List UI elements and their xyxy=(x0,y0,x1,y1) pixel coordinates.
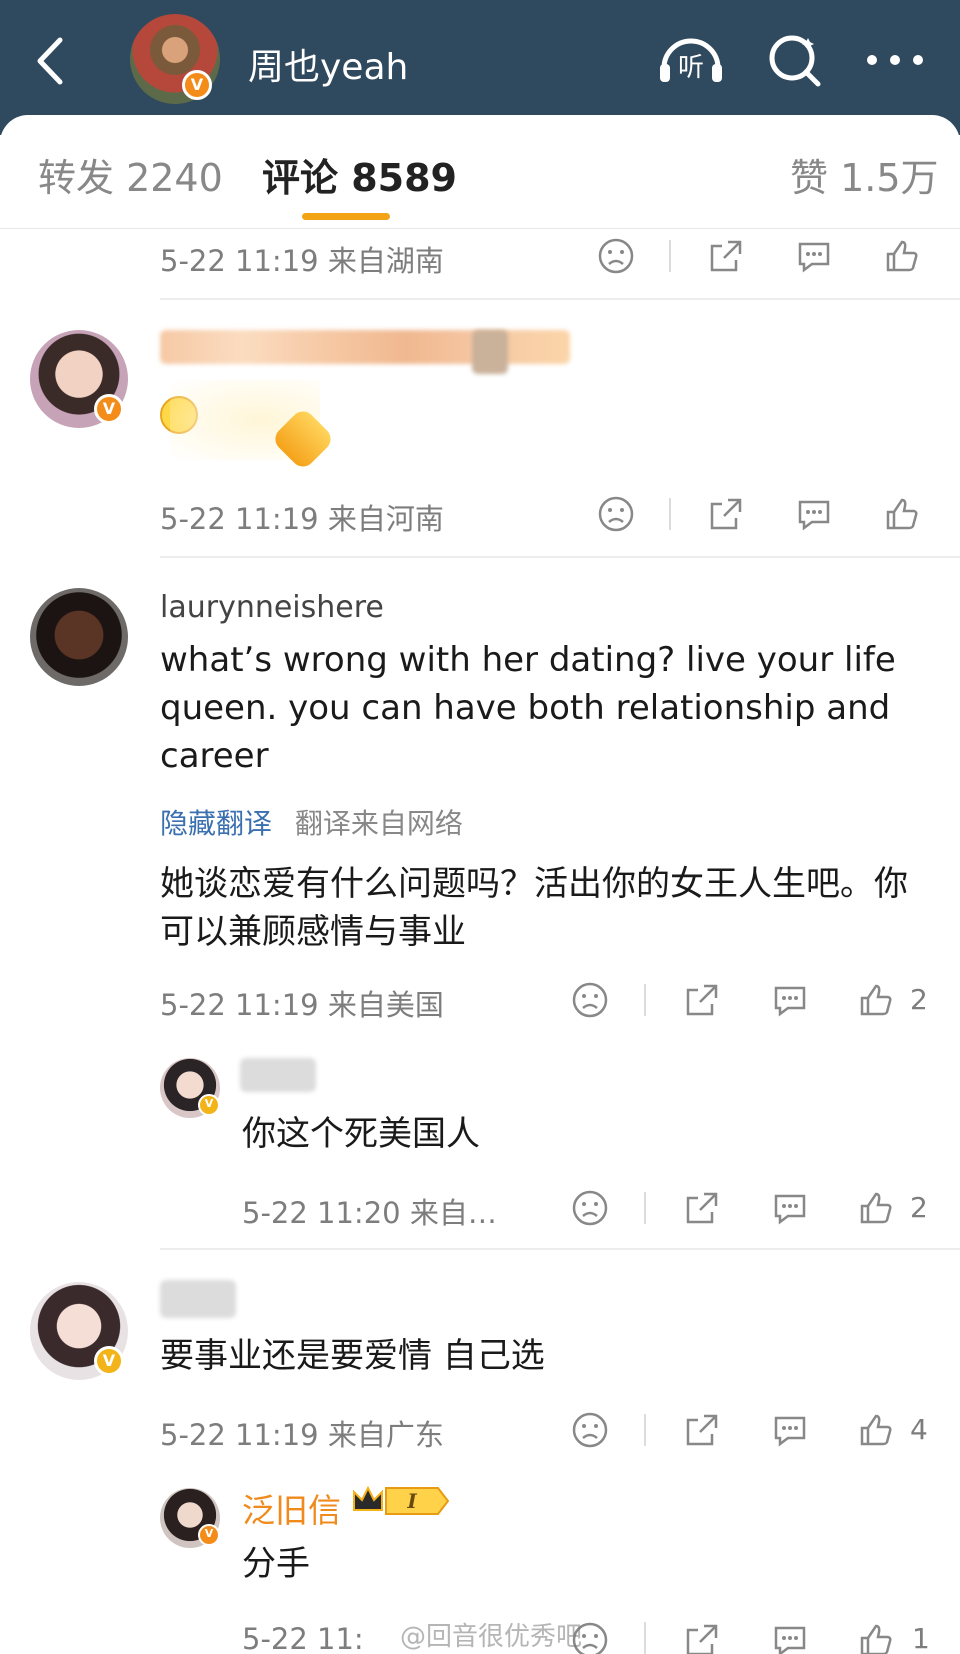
comment-icon[interactable] xyxy=(770,1620,810,1654)
reply-text: 分手 xyxy=(242,1544,310,1584)
comment-icon[interactable] xyxy=(770,1410,810,1450)
dislike-icon[interactable] xyxy=(570,980,610,1020)
comment-translation: 她谈恋爱有什么问题吗？活出你的女王人生吧。你可以兼顾感情与事业 xyxy=(160,864,908,952)
listen-headphone-icon[interactable]: 听 xyxy=(656,32,726,88)
divider xyxy=(669,498,671,530)
reply-username[interactable]: 泛旧信 xyxy=(242,1484,341,1532)
search-icon[interactable] xyxy=(760,32,830,88)
dislike-icon[interactable] xyxy=(596,236,636,276)
vip-level: I xyxy=(406,1489,417,1513)
profile-name[interactable]: 周也yeah xyxy=(248,38,408,90)
share-icon[interactable] xyxy=(682,1410,722,1450)
translation-source: 翻译来自网络 xyxy=(294,807,463,840)
dislike-icon[interactable] xyxy=(596,494,636,534)
more-dots-icon[interactable] xyxy=(860,32,930,88)
share-icon[interactable] xyxy=(706,494,746,534)
verified-badge-icon: V xyxy=(94,1346,124,1376)
tab-reposts[interactable]: 转发 2240 xyxy=(38,147,223,202)
comment-text: what’s wrong with her dating? live your … xyxy=(160,640,896,776)
comment-meta: 5-22 11:19 来自河南 xyxy=(160,502,444,536)
comment-icon[interactable] xyxy=(770,980,810,1020)
hide-translation-link[interactable]: 隐藏翻译 xyxy=(160,807,272,840)
share-icon[interactable] xyxy=(706,236,746,276)
blurred-username xyxy=(240,1058,316,1092)
verified-badge-icon: V xyxy=(198,1524,220,1546)
comment-meta: 5-22 11:19 来自美国 xyxy=(160,988,444,1022)
like-icon[interactable] xyxy=(856,1410,896,1450)
verified-badge-icon: V xyxy=(198,1094,220,1116)
blurred-username xyxy=(160,330,570,364)
active-tab-indicator xyxy=(302,213,390,220)
like-count: 1 xyxy=(912,1622,930,1654)
dislike-icon[interactable] xyxy=(570,1188,610,1228)
divider xyxy=(644,1192,646,1224)
vip-crown-badge-icon: I xyxy=(353,1485,450,1515)
reply-meta: 5-22 11: xyxy=(242,1622,364,1654)
commenter-avatar[interactable] xyxy=(30,588,128,686)
like-icon[interactable] xyxy=(856,1188,896,1228)
comment-username[interactable]: laurynneishere xyxy=(160,590,384,625)
like-icon[interactable] xyxy=(882,236,922,276)
like-count: 4 xyxy=(910,1413,928,1446)
divider xyxy=(669,240,671,272)
comment-meta: 5-22 11:19 来自广东 xyxy=(160,1418,444,1452)
dislike-icon[interactable] xyxy=(570,1410,610,1450)
share-icon[interactable] xyxy=(682,1188,722,1228)
listen-label: 听 xyxy=(678,53,704,83)
like-count: 2 xyxy=(910,1191,928,1224)
like-icon[interactable] xyxy=(882,494,922,534)
share-icon[interactable] xyxy=(682,1620,722,1654)
verified-badge-icon: V xyxy=(182,70,212,100)
comment-icon[interactable] xyxy=(794,236,834,276)
divider xyxy=(644,984,646,1016)
like-count: 2 xyxy=(910,983,928,1016)
like-icon[interactable] xyxy=(856,1620,896,1654)
divider xyxy=(644,1622,646,1654)
blurred-username xyxy=(160,1280,236,1318)
tab-comments[interactable]: 评论 8589 xyxy=(262,147,457,202)
blurred-username-part xyxy=(472,330,508,374)
comment-icon[interactable] xyxy=(770,1188,810,1228)
comment-divider xyxy=(160,556,960,558)
tab-bar: 转发 2240 评论 8589 赞 1.5万 xyxy=(0,115,960,229)
comment-divider xyxy=(160,298,960,300)
verified-badge-icon: V xyxy=(94,394,124,424)
watermark: @回音很优秀吧 xyxy=(400,1622,583,1652)
comment-divider xyxy=(160,1248,960,1250)
tab-likes[interactable]: 赞 1.5万 xyxy=(790,147,939,202)
divider xyxy=(644,1414,646,1446)
comment-meta: 5-22 11:19 来自湖南 xyxy=(160,244,444,278)
back-arrow-icon[interactable] xyxy=(32,36,72,86)
reply-text: 你这个死美国人 xyxy=(242,1114,480,1154)
comment-text: 要事业还是要爱情 自己选 xyxy=(160,1336,545,1376)
translation-bar: 隐藏翻译 翻译来自网络 xyxy=(160,802,463,842)
share-icon[interactable] xyxy=(682,980,722,1020)
like-icon[interactable] xyxy=(856,980,896,1020)
comment-icon[interactable] xyxy=(794,494,834,534)
reply-meta: 5-22 11:20 来自… xyxy=(242,1196,497,1230)
